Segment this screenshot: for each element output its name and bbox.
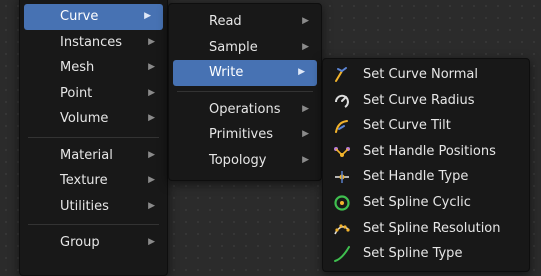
menu-item-label: Point xyxy=(60,85,93,101)
menu-separator xyxy=(28,224,159,225)
menu-item-operations[interactable]: Operations ▶ xyxy=(169,97,321,123)
submenu-arrow-icon: ▶ xyxy=(148,113,155,123)
menu-item-volume[interactable]: Volume ▶ xyxy=(20,106,167,132)
menu-item-label: Instances xyxy=(60,34,123,50)
menu-item-label: Sample xyxy=(209,39,258,55)
menu-item-primitives[interactable]: Primitives ▶ xyxy=(169,122,321,148)
menu-item-label: Material xyxy=(60,147,113,163)
menu-item-material[interactable]: Material ▶ xyxy=(20,143,167,169)
menu-item-topology[interactable]: Topology ▶ xyxy=(169,148,321,174)
curve-radius-icon xyxy=(333,92,351,110)
menu-item-label: Set Handle Positions xyxy=(363,143,496,159)
menu-item-instances[interactable]: Instances ▶ xyxy=(20,30,167,56)
menu-item-set-spline-cyclic[interactable]: Set Spline Cyclic xyxy=(323,190,529,216)
menu-item-utilities[interactable]: Utilities ▶ xyxy=(20,194,167,220)
menu-item-write[interactable]: Write ▶ xyxy=(173,60,317,86)
menu-item-label: Write xyxy=(209,65,244,80)
menu-item-label: Read xyxy=(209,14,242,29)
spline-type-icon xyxy=(333,245,351,263)
menu-item-set-handle-positions[interactable]: Set Handle Positions xyxy=(323,139,529,165)
handle-type-icon xyxy=(333,168,351,186)
submenu-arrow-icon: ▶ xyxy=(302,129,309,139)
menu-item-set-spline-type[interactable]: Set Spline Type xyxy=(323,241,529,267)
menu-item-label: Curve xyxy=(60,9,99,24)
submenu-arrow-icon: ▶ xyxy=(148,87,155,98)
menu-item-label: Mesh xyxy=(60,60,95,75)
submenu-arrow-icon: ▶ xyxy=(148,237,155,247)
add-menu-categories: Curve ▶ Instances ▶ Mesh ▶ Point ▶ Volum… xyxy=(19,0,168,276)
submenu-arrow-icon: ▶ xyxy=(148,62,155,72)
menu-item-label: Utilities xyxy=(60,198,109,214)
menu-item-label: Set Spline Type xyxy=(363,246,463,262)
menu-item-set-spline-resolution[interactable]: Set Spline Resolution xyxy=(323,216,529,242)
submenu-arrow-icon: ▶ xyxy=(148,200,155,211)
menu-item-label: Primitives xyxy=(209,127,274,142)
menu-item-label: Topology xyxy=(209,152,267,168)
menu-item-label: Set Curve Normal xyxy=(363,67,479,82)
menu-item-label: Operations xyxy=(209,101,281,117)
menu-item-set-curve-radius[interactable]: Set Curve Radius xyxy=(323,88,529,114)
submenu-arrow-icon: ▶ xyxy=(302,103,309,114)
menu-item-set-curve-tilt[interactable]: Set Curve Tilt xyxy=(323,113,529,139)
menu-item-set-handle-type[interactable]: Set Handle Type xyxy=(323,164,529,190)
menu-item-label: Texture xyxy=(60,173,108,188)
curve-submenu: Read ▶ Sample ▶ Write ▶ Operations ▶ Pri… xyxy=(168,3,322,181)
submenu-arrow-icon: ▶ xyxy=(148,36,155,47)
submenu-arrow-icon: ▶ xyxy=(302,154,309,165)
menu-item-sample[interactable]: Sample ▶ xyxy=(169,35,321,61)
menu-item-read[interactable]: Read ▶ xyxy=(169,9,321,35)
submenu-arrow-icon: ▶ xyxy=(148,175,155,185)
spline-cyclic-icon xyxy=(333,194,351,212)
menu-item-label: Set Handle Type xyxy=(363,169,469,185)
submenu-arrow-icon: ▶ xyxy=(148,149,155,160)
menu-item-curve[interactable]: Curve ▶ xyxy=(24,4,163,30)
handle-positions-icon xyxy=(333,143,351,161)
menu-item-texture[interactable]: Texture ▶ xyxy=(20,168,167,194)
menu-item-label: Set Curve Tilt xyxy=(363,118,451,134)
curve-normal-icon xyxy=(333,66,351,84)
menu-item-set-curve-normal[interactable]: Set Curve Normal xyxy=(323,62,529,88)
write-submenu: Set Curve Normal Set Curve Radius Set Cu… xyxy=(322,58,530,272)
submenu-arrow-icon: ▶ xyxy=(302,41,309,52)
menu-item-label: Set Spline Resolution xyxy=(363,220,501,236)
menu-item-label: Set Spline Cyclic xyxy=(363,194,471,210)
menu-separator xyxy=(177,90,313,92)
menu-item-mesh[interactable]: Mesh ▶ xyxy=(20,55,167,81)
submenu-arrow-icon: ▶ xyxy=(302,16,309,26)
menu-item-label: Set Curve Radius xyxy=(363,92,475,108)
submenu-arrow-icon: ▶ xyxy=(144,11,151,21)
menu-item-label: Group xyxy=(60,235,100,250)
menu-item-point[interactable]: Point ▶ xyxy=(20,81,167,107)
menu-item-label: Volume xyxy=(60,111,109,126)
menu-item-group[interactable]: Group ▶ xyxy=(20,230,167,256)
curve-tilt-icon xyxy=(333,117,351,135)
submenu-arrow-icon: ▶ xyxy=(298,67,305,77)
spline-resolution-icon xyxy=(333,220,351,238)
menu-separator xyxy=(28,136,159,138)
